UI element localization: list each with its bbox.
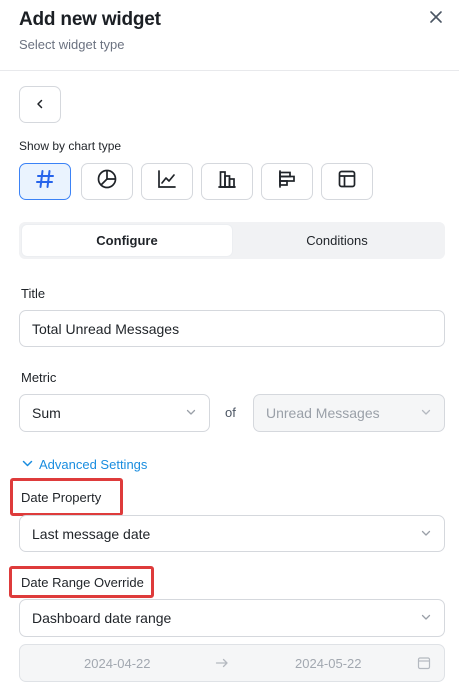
- title-input-value: Total Unread Messages: [32, 320, 180, 337]
- date-range-label: Date Range Override: [21, 575, 144, 590]
- chevron-down-icon: [420, 405, 432, 421]
- tab-conditions[interactable]: Conditions: [232, 225, 442, 256]
- date-property-select[interactable]: Last message date: [19, 515, 445, 552]
- date-start: 2024-04-22: [84, 656, 151, 671]
- metric-field-value: Unread Messages: [266, 405, 380, 421]
- date-end: 2024-05-22: [295, 656, 362, 671]
- header-divider: [0, 70, 459, 71]
- metric-field-select: Unread Messages: [253, 394, 445, 432]
- pie-chart-icon: [96, 168, 118, 195]
- chevron-left-icon: [35, 96, 45, 114]
- chart-type-table-button[interactable]: [321, 163, 373, 200]
- advanced-settings-label: Advanced Settings: [39, 457, 148, 472]
- chart-type-line-button[interactable]: [141, 163, 193, 200]
- line-chart-icon: [156, 168, 178, 195]
- widget-tabs: Configure Conditions: [19, 222, 445, 259]
- chevron-down-icon: [420, 610, 432, 626]
- page-subtitle: Select widget type: [19, 37, 125, 52]
- metric-aggregation-value: Sum: [32, 405, 61, 421]
- bar-chart-icon: [276, 168, 298, 195]
- chart-type-pie-button[interactable]: [81, 163, 133, 200]
- column-chart-icon: [216, 168, 238, 195]
- date-property-value: Last message date: [32, 525, 151, 542]
- date-range-select[interactable]: Dashboard date range: [19, 599, 445, 637]
- chart-type-bar-button[interactable]: [261, 163, 313, 200]
- date-range-picker: 2024-04-22 2024-05-22: [19, 644, 445, 682]
- title-label: Title: [21, 286, 46, 301]
- tab-configure[interactable]: Configure: [22, 225, 232, 256]
- chevron-down-icon: [22, 457, 33, 472]
- close-icon[interactable]: [427, 8, 445, 26]
- date-property-label: Date Property: [21, 490, 102, 505]
- table-icon: [336, 168, 358, 195]
- title-input[interactable]: Total Unread Messages: [19, 310, 445, 347]
- back-button[interactable]: [19, 86, 61, 123]
- metric-aggregation-select[interactable]: Sum: [19, 394, 210, 432]
- advanced-settings-toggle[interactable]: Advanced Settings: [22, 457, 147, 472]
- calendar-icon: [417, 656, 431, 673]
- chart-type-column-button[interactable]: [201, 163, 253, 200]
- chevron-down-icon: [185, 405, 197, 421]
- hash-icon: [34, 168, 56, 195]
- date-range-value: Dashboard date range: [32, 610, 172, 626]
- of-label: of: [225, 405, 236, 420]
- chart-type-label: Show by chart type: [19, 139, 122, 153]
- chevron-down-icon: [420, 526, 432, 542]
- page-title: Add new widget: [19, 9, 161, 30]
- metric-label: Metric: [21, 370, 57, 385]
- chart-type-number-button[interactable]: [19, 163, 71, 200]
- arrow-right-icon: [215, 656, 229, 673]
